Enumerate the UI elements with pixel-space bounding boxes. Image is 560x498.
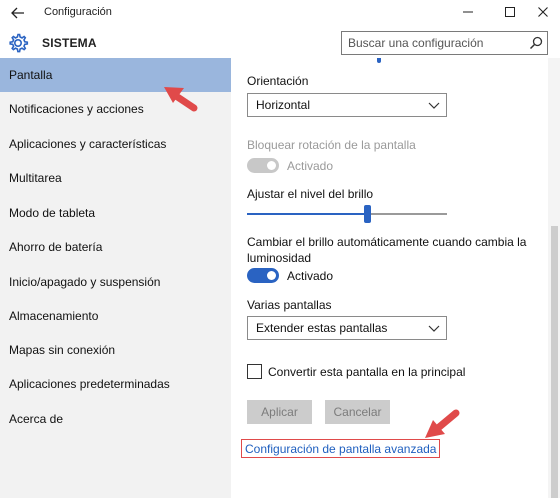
sidebar-item-label: Almacenamiento — [9, 309, 99, 323]
close-icon[interactable] — [526, 0, 560, 24]
rotation-lock-label: Bloquear rotación de la pantalla — [247, 138, 416, 152]
auto-brightness-toggle[interactable] — [247, 268, 279, 283]
annotation-arrow-icon — [425, 409, 460, 438]
cancel-button[interactable]: Cancelar — [325, 400, 390, 424]
auto-brightness-state: Activado — [287, 269, 334, 283]
auto-brightness-label: Cambiar el brillo automáticamente cuando… — [247, 235, 527, 265]
sidebar-item-almacenamiento[interactable]: Almacenamiento — [0, 299, 231, 333]
sidebar-item-label: Acerca de — [9, 412, 64, 426]
settings-header: SISTEMA — [0, 26, 560, 60]
multiple-displays-label: Varias pantallas — [247, 298, 332, 312]
scrollbar-thumb[interactable] — [551, 226, 558, 498]
section-title: SISTEMA — [42, 36, 97, 50]
multiple-displays-value: Extender estas pantallas — [256, 321, 388, 335]
sidebar-item-acerca-de[interactable]: Acerca de — [0, 402, 231, 436]
chevron-down-icon — [428, 102, 440, 109]
orientation-dropdown[interactable]: Horizontal — [247, 93, 447, 117]
content-pane — [231, 58, 560, 498]
sidebar-item-aplicaciones[interactable]: Aplicaciones y características — [0, 127, 231, 161]
chevron-down-icon — [428, 325, 440, 332]
sidebar-item-ahorro-bateria[interactable]: Ahorro de batería — [0, 230, 231, 264]
orientation-value: Horizontal — [256, 98, 311, 112]
sidebar-item-inicio-apagado[interactable]: Inicio/apagado y suspensión — [0, 265, 231, 299]
brightness-label: Ajustar el nivel del brillo — [247, 187, 374, 201]
search-box[interactable] — [341, 31, 548, 55]
apply-button[interactable]: Aplicar — [247, 400, 312, 424]
sidebar-item-label: Multitarea — [9, 171, 62, 185]
title-bar: Configuración — [0, 0, 560, 26]
sidebar-item-modo-tableta[interactable]: Modo de tableta — [0, 196, 231, 230]
minimize-icon[interactable] — [451, 0, 485, 24]
sidebar-item-mapas[interactable]: Mapas sin conexión — [0, 333, 231, 367]
sidebar-item-multitarea[interactable]: Multitarea — [0, 161, 231, 195]
sidebar-item-label: Aplicaciones predeterminadas — [9, 377, 170, 391]
rotation-lock-toggle — [247, 158, 279, 173]
search-input[interactable] — [342, 32, 522, 54]
sidebar-item-label: Inicio/apagado y suspensión — [9, 275, 161, 289]
sidebar-item-predeterminadas[interactable]: Aplicaciones predeterminadas — [0, 367, 231, 401]
sidebar-item-label: Mapas sin conexión — [9, 343, 116, 357]
brightness-slider-thumb[interactable] — [364, 205, 371, 223]
gear-icon — [7, 32, 29, 54]
annotation-arrow-icon — [164, 87, 198, 112]
back-arrow-icon[interactable] — [8, 3, 28, 23]
search-icon[interactable] — [527, 34, 545, 52]
brightness-slider-fill — [247, 213, 367, 215]
sidebar-item-label: Notificaciones y acciones — [9, 102, 144, 116]
maximize-icon[interactable] — [493, 0, 527, 24]
previous-slider-remnant — [377, 58, 381, 63]
sidebar-item-label: Pantalla — [9, 68, 53, 82]
advanced-display-settings-link[interactable]: Configuración de pantalla avanzada — [241, 439, 441, 458]
sidebar-item-label: Ahorro de batería — [9, 240, 103, 254]
sidebar-item-label: Aplicaciones y características — [9, 137, 167, 151]
main-display-checkbox[interactable] — [247, 364, 262, 379]
main-display-label: Convertir esta pantalla en la principal — [268, 365, 466, 379]
rotation-lock-state: Activado — [287, 159, 334, 173]
sidebar-item-label: Modo de tableta — [9, 206, 96, 220]
orientation-label: Orientación — [247, 74, 309, 88]
multiple-displays-dropdown[interactable]: Extender estas pantallas — [247, 316, 447, 340]
window-title: Configuración — [44, 6, 112, 18]
